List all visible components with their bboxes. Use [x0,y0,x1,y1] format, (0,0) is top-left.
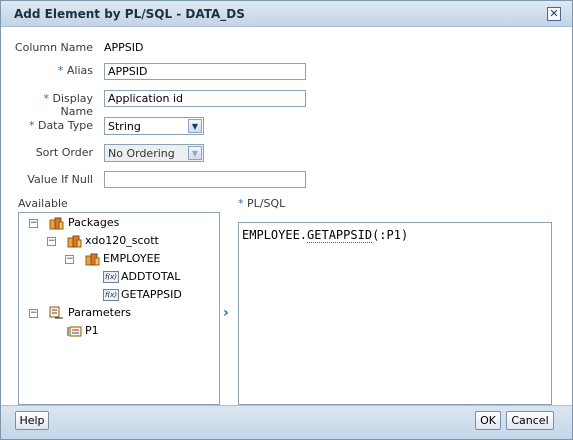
data-type-select[interactable]: String ▼ [104,117,204,135]
tree-node-getappsid[interactable]: f(x) GETAPPSID [19,287,219,303]
required-marker: * [28,119,35,132]
tree-label: Packages [68,216,120,229]
plsql-prefix: EMPLOYEE. [242,228,308,242]
function-icon: f(x) [103,289,119,301]
alias-label: * Alias [57,64,93,77]
column-name-value: APPSID [104,41,144,54]
tree-label: EMPLOYEE [103,252,161,265]
tree-label: xdo120_scott [85,234,159,247]
display-name-label: * Display Name [43,92,93,118]
collapse-icon[interactable]: − [29,309,38,318]
value-if-null-label: Value If Null [27,173,93,186]
required-marker: * [43,92,49,105]
move-right-button[interactable]: › [223,306,235,320]
parameters-icon [49,306,63,319]
sort-order-label: Sort Order [35,146,93,159]
dialog-title: Add Element by PL/SQL - DATA_DS [14,7,245,21]
tree-node-schema[interactable]: − xdo120_scott [19,233,219,249]
sort-order-select[interactable]: No Ordering ▼ [104,144,204,162]
tree-node-parameters[interactable]: − Parameters [19,305,219,321]
tree-label: ADDTOTAL [121,270,181,283]
tree-node-packages[interactable]: − Packages [19,215,219,231]
package-icon [85,253,100,266]
collapse-icon[interactable]: − [47,237,56,246]
tree-node-addtotal[interactable]: f(x) ADDTOTAL [19,269,219,285]
display-name-input[interactable]: Application id [104,90,306,107]
chevron-down-icon: ▼ [188,146,202,160]
plsql-label: * PL/SQL [238,197,286,210]
move-right-icon: › [223,305,229,321]
collapse-icon[interactable]: − [65,255,74,264]
tree-label: P1 [85,324,99,337]
chevron-down-icon: ▼ [188,119,202,133]
plsql-suffix: (:P1) [372,228,409,242]
package-icon [67,235,82,248]
required-marker: * [238,197,244,210]
data-type-value: String [108,120,141,133]
close-icon: ✕ [549,7,559,20]
parameter-icon [67,326,82,337]
close-button[interactable]: ✕ [547,7,561,21]
tree-node-p1[interactable]: P1 [19,323,219,339]
alias-input[interactable]: APPSID [104,63,306,80]
available-label: Available [18,197,68,210]
tree-node-employee[interactable]: − EMPLOYEE [19,251,219,267]
sort-order-value: No Ordering [108,147,175,160]
tree-label: Parameters [68,306,131,319]
collapse-icon[interactable]: − [29,219,38,228]
add-element-dialog: Add Element by PL/SQL - DATA_DS ✕ Column… [0,0,573,440]
help-button[interactable]: Help [15,411,49,430]
available-tree: − Packages − xdo120_scott − EMPLOYEE f(x… [18,212,220,405]
dialog-footer: Help OK Cancel [1,405,572,439]
ok-button[interactable]: OK [475,411,501,430]
required-marker: * [57,64,64,77]
package-icon [49,217,64,230]
cancel-button[interactable]: Cancel [506,411,554,430]
tree-label: GETAPPSID [121,288,182,301]
plsql-function: GETAPPSID [307,228,373,243]
title-bar: Add Element by PL/SQL - DATA_DS ✕ [1,1,572,27]
function-icon: f(x) [103,271,119,283]
value-if-null-input[interactable] [104,171,306,188]
plsql-editor[interactable]: EMPLOYEE.GETAPPSID(:P1) [238,222,552,405]
column-name-label: Column Name [14,41,93,54]
data-type-label: * Data Type [28,119,93,132]
